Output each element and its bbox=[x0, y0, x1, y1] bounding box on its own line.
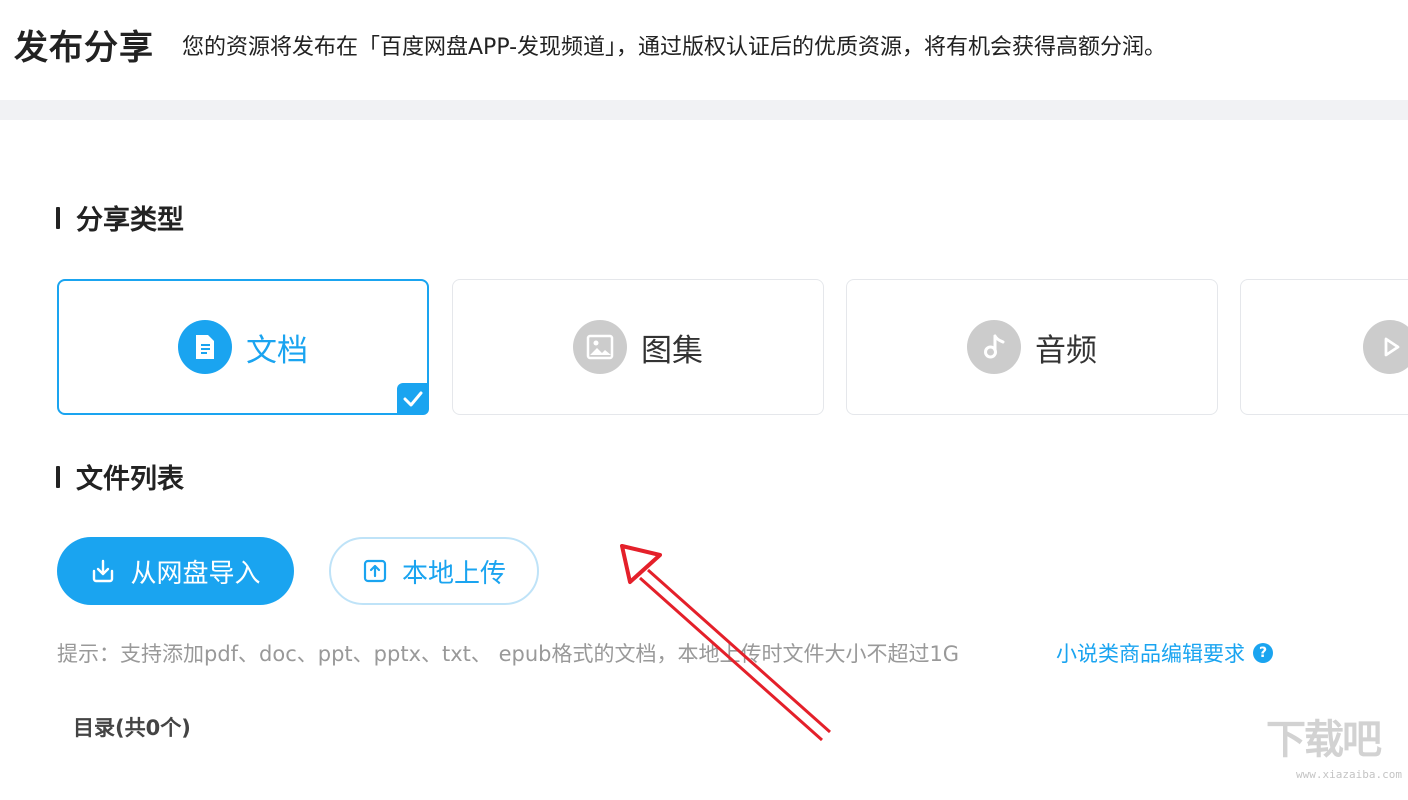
watermark-url: www.xiazaiba.com bbox=[1296, 768, 1402, 781]
play-icon bbox=[1363, 320, 1408, 374]
watermark-logo: 下载吧 www.xiazaiba.com bbox=[1266, 717, 1402, 781]
type-card-document[interactable]: 文档 bbox=[57, 279, 429, 415]
help-icon[interactable]: ? bbox=[1253, 643, 1273, 663]
type-card-image-gallery[interactable]: 图集 bbox=[452, 279, 824, 415]
section-marker bbox=[56, 465, 60, 488]
upload-button-label: 本地上传 bbox=[401, 558, 506, 589]
type-card-video[interactable] bbox=[1240, 279, 1408, 415]
file-list-section-title: 文件列表 bbox=[56, 457, 184, 496]
document-icon bbox=[178, 320, 232, 374]
section-marker bbox=[56, 206, 60, 229]
share-type-title: 分享类型 bbox=[76, 205, 184, 236]
music-note-icon bbox=[967, 320, 1021, 374]
page-description: 您的资源将发布在「百度网盘APP-发现频道」，通过版权认证后的优质资源，将有机会… bbox=[182, 35, 1167, 60]
share-type-section-title: 分享类型 bbox=[56, 198, 184, 237]
download-tray-icon bbox=[90, 558, 116, 584]
upload-icon bbox=[362, 558, 388, 584]
page-title: 发布分享 bbox=[14, 28, 154, 68]
main-card bbox=[0, 120, 1408, 800]
local-upload-button[interactable]: 本地上传 bbox=[329, 537, 539, 605]
type-card-audio[interactable]: 音频 bbox=[846, 279, 1218, 415]
header-divider-band bbox=[0, 100, 1408, 120]
import-button-label: 从网盘导入 bbox=[130, 558, 261, 589]
image-icon bbox=[573, 320, 627, 374]
type-card-label: 音频 bbox=[1035, 332, 1097, 369]
novel-requirements-label: 小说类商品编辑要求 bbox=[1056, 642, 1245, 666]
import-from-netdisk-button[interactable]: 从网盘导入 bbox=[57, 537, 294, 605]
header: 发布分享 您的资源将发布在「百度网盘APP-发现频道」，通过版权认证后的优质资源… bbox=[0, 0, 1408, 100]
type-card-label: 文档 bbox=[246, 332, 308, 369]
novel-requirements-link[interactable]: 小说类商品编辑要求 ? bbox=[1056, 638, 1273, 668]
watermark-text: 下载吧 bbox=[1266, 717, 1382, 763]
file-list-title: 文件列表 bbox=[76, 464, 184, 495]
upload-hint: 提示：支持添加pdf、doc、ppt、pptx、txt、 epub格式的文档，本… bbox=[57, 642, 960, 666]
catalog-count: 目录(共0个) bbox=[73, 716, 191, 740]
type-card-label: 图集 bbox=[641, 332, 703, 369]
checkmark-icon bbox=[397, 383, 429, 415]
